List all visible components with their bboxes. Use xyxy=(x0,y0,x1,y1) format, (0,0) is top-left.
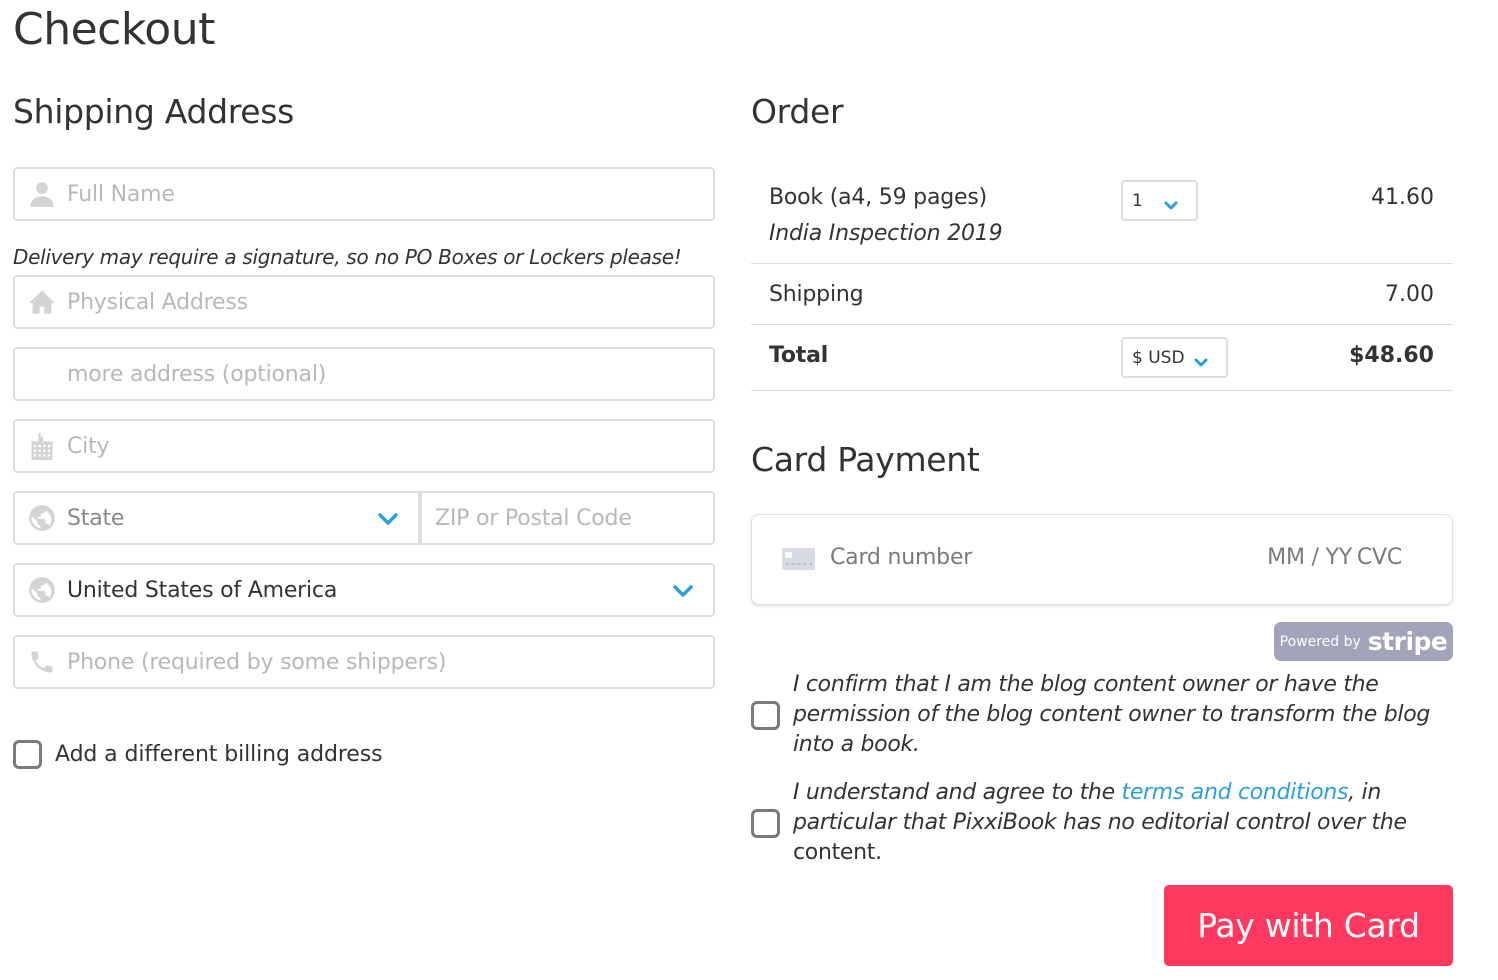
zip-placeholder: ZIP or Postal Code xyxy=(435,505,632,531)
credit-card-icon xyxy=(782,548,815,570)
total-row: Total $ USD $48.60 xyxy=(751,325,1453,391)
terms-agreement[interactable]: I understand and agree to the terms and … xyxy=(751,778,1453,868)
building-icon xyxy=(15,421,67,471)
content-owner-agreement[interactable]: I confirm that I am the blog content own… xyxy=(751,670,1453,760)
powered-by-stripe-badge[interactable]: Powered by stripe xyxy=(1274,622,1453,661)
card-input[interactable]: Card number MM / YY CVC xyxy=(751,514,1453,605)
chevron-down-icon xyxy=(1194,353,1208,366)
chevron-down-icon xyxy=(673,583,693,597)
currency-value: $ USD xyxy=(1132,347,1185,368)
shipping-row: Shipping 7.00 xyxy=(751,264,1453,325)
order-payment-section: Order Book (a4, 59 pages) India Inspecti… xyxy=(751,92,1453,966)
shipping-address-heading: Shipping Address xyxy=(13,92,295,131)
content-owner-text: I confirm that I am the blog content own… xyxy=(793,672,1431,757)
expiry-placeholder[interactable]: MM / YY xyxy=(1267,545,1352,570)
terms-text-end: content. xyxy=(793,840,882,865)
full-name-placeholder: Full Name xyxy=(67,181,175,207)
state-placeholder: State xyxy=(67,505,125,531)
cvc-placeholder[interactable]: CVC xyxy=(1357,545,1402,570)
page-title: Checkout xyxy=(13,4,215,55)
item-price: 41.60 xyxy=(1371,185,1434,210)
country-select[interactable]: United States of America xyxy=(13,563,715,617)
phone-icon xyxy=(15,637,67,687)
physical-address-field[interactable]: Physical Address xyxy=(13,275,715,329)
total-label: Total xyxy=(769,343,829,368)
chevron-down-icon xyxy=(378,511,398,525)
item-name: Book (a4, 59 pages) xyxy=(769,185,987,210)
currency-select[interactable]: $ USD xyxy=(1121,337,1228,378)
powered-by-text: Powered by xyxy=(1279,633,1361,650)
terms-text: I understand and agree to the terms and … xyxy=(793,778,1453,868)
chevron-down-icon xyxy=(1164,196,1178,209)
pay-with-card-button[interactable]: Pay with Card xyxy=(1164,885,1453,966)
phone-placeholder: Phone (required by some shippers) xyxy=(67,649,447,675)
physical-address-placeholder: Physical Address xyxy=(67,289,248,315)
full-name-field[interactable]: Full Name xyxy=(13,167,715,221)
terms-and-conditions-link[interactable]: terms and conditions xyxy=(1122,780,1349,805)
state-select[interactable]: State xyxy=(13,491,420,545)
quantity-value: 1 xyxy=(1132,190,1143,211)
globe-icon xyxy=(15,493,67,543)
home-icon xyxy=(15,277,67,327)
different-billing-address-label: Add a different billing address xyxy=(55,742,383,767)
shipping-price: 7.00 xyxy=(1385,282,1434,307)
shipping-label: Shipping xyxy=(769,282,864,307)
terms-checkbox[interactable] xyxy=(751,808,780,838)
total-price: $48.60 xyxy=(1349,343,1434,368)
zip-field[interactable]: ZIP or Postal Code xyxy=(420,491,715,545)
quantity-select[interactable]: 1 xyxy=(1121,180,1198,221)
different-billing-address-checkbox[interactable] xyxy=(13,740,42,769)
shipping-address-section: Shipping Address Full Name Delivery may … xyxy=(13,92,715,769)
content-owner-checkbox[interactable] xyxy=(751,700,780,730)
city-field[interactable]: City xyxy=(13,419,715,473)
terms-text-before: I understand and agree to the xyxy=(793,780,1122,805)
user-icon xyxy=(15,169,67,219)
order-item-row: Book (a4, 59 pages) India Inspection 201… xyxy=(751,164,1453,264)
city-placeholder: City xyxy=(67,433,110,459)
order-heading: Order xyxy=(751,92,844,131)
item-subtitle: India Inspection 2019 xyxy=(769,221,1003,246)
different-billing-address-option[interactable]: Add a different billing address xyxy=(13,740,383,769)
globe-icon xyxy=(15,565,67,615)
address-line-2-field[interactable]: more address (optional) xyxy=(13,347,715,401)
card-number-placeholder[interactable]: Card number xyxy=(830,545,972,570)
phone-field[interactable]: Phone (required by some shippers) xyxy=(13,635,715,689)
address-line-2-placeholder: more address (optional) xyxy=(67,361,327,387)
card-payment-heading: Card Payment xyxy=(751,440,980,479)
delivery-note: Delivery may require a signature, so no … xyxy=(13,245,682,269)
country-value: United States of America xyxy=(67,577,338,603)
stripe-logo: stripe xyxy=(1367,627,1448,656)
